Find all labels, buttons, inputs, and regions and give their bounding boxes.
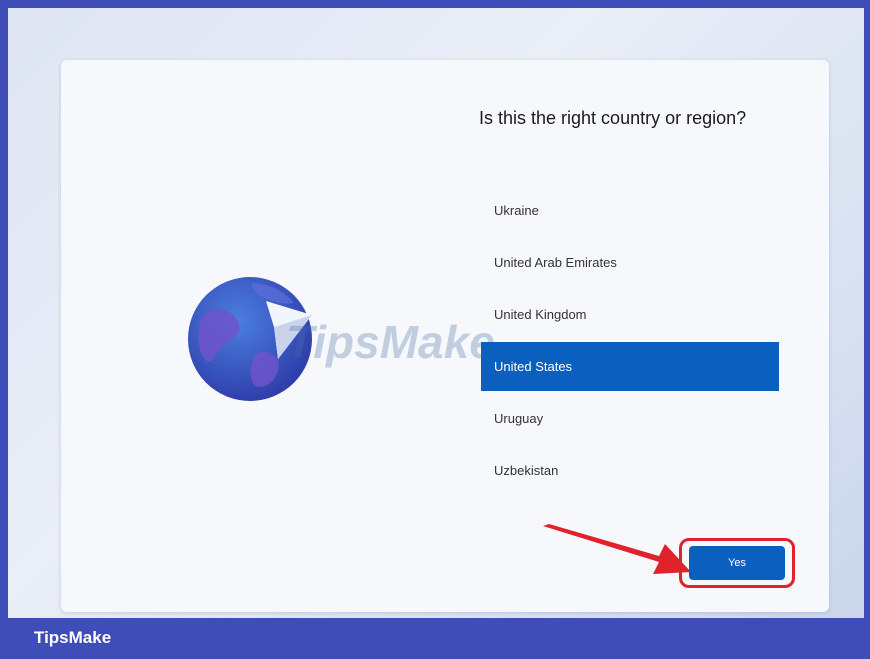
country-option[interactable]: United Arab Emirates bbox=[481, 238, 779, 287]
country-option[interactable]: United Kingdom bbox=[481, 290, 779, 339]
globe-icon bbox=[188, 277, 312, 401]
country-option[interactable]: Uruguay bbox=[481, 394, 779, 443]
footer-bar: TipsMake bbox=[0, 618, 870, 659]
country-list: Ukraine United Arab Emirates United Kingdo… bbox=[481, 186, 779, 498]
country-option[interactable]: Ukraine bbox=[481, 186, 779, 235]
oobe-screen: TipsMake.com Is this the right country o… bbox=[8, 8, 864, 618]
country-option[interactable]: United States bbox=[481, 342, 779, 391]
red-arrow-annotation bbox=[543, 524, 691, 574]
footer-brand: TipsMake bbox=[34, 628, 112, 647]
yes-button[interactable]: Yes bbox=[689, 546, 785, 580]
oobe-card: TipsMake.com Is this the right country o… bbox=[61, 60, 829, 612]
page-title: Is this the right country or region? bbox=[479, 108, 747, 128]
country-option[interactable]: Uzbekistan bbox=[481, 446, 779, 495]
